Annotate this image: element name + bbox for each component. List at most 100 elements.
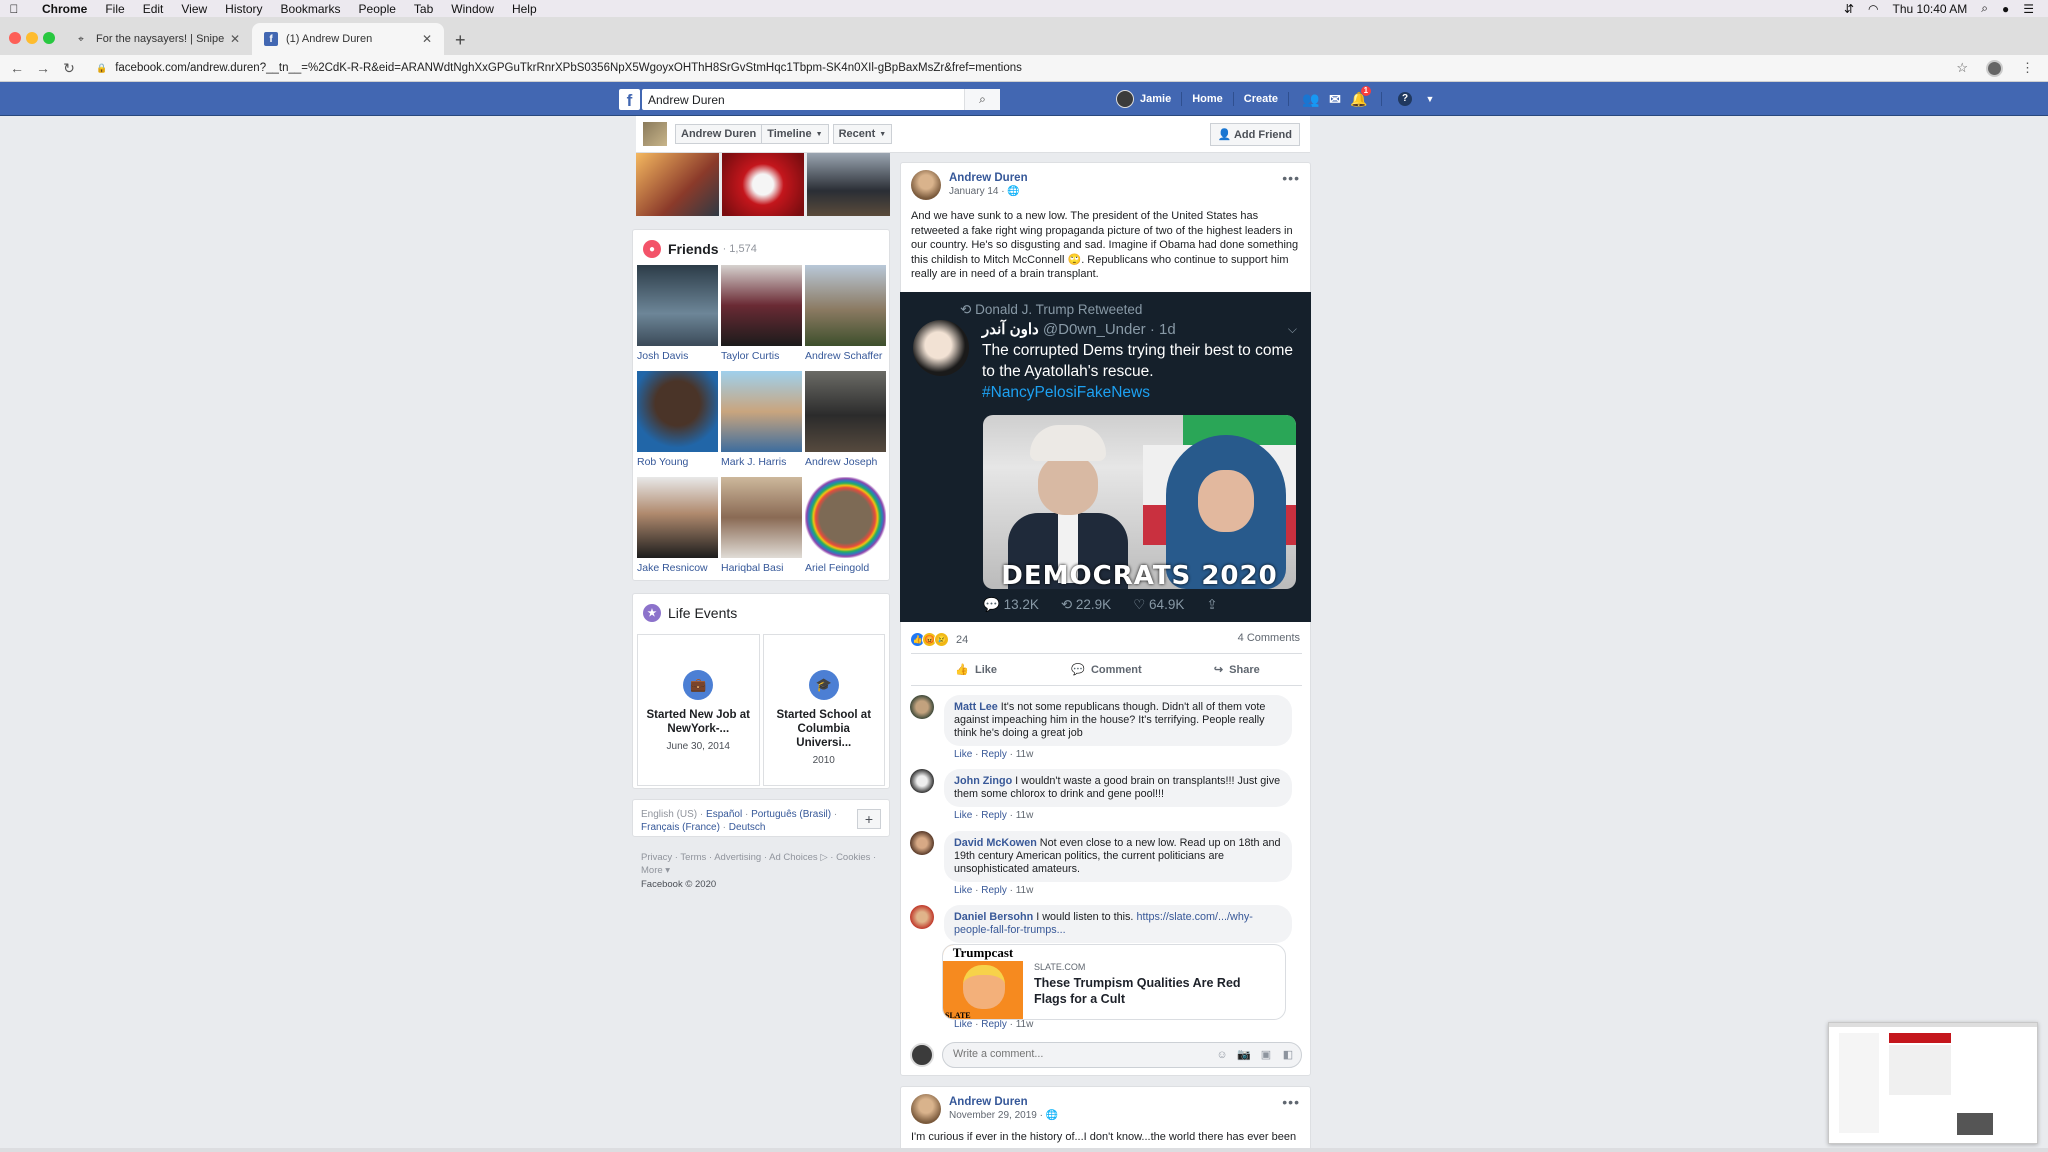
comment-reply-link[interactable]: Reply <box>981 749 1007 760</box>
comment-like-link[interactable]: Like <box>954 749 972 760</box>
comment-author[interactable]: Matt Lee <box>954 701 998 713</box>
chrome-menu-icon[interactable]: ⋮ <box>2021 60 2034 76</box>
close-tab-icon[interactable]: ✕ <box>422 32 432 46</box>
friend-tile[interactable]: Josh Davis <box>637 265 718 371</box>
footer-links[interactable]: Privacy · Terms · Advertising · Ad Choic… <box>641 851 886 877</box>
search-icon[interactable]: ⌕ <box>964 89 1000 110</box>
more-options-icon[interactable]: ••• <box>1282 1094 1300 1124</box>
sticker-icon[interactable]: ◧ <box>1281 1048 1295 1062</box>
friend-tile[interactable]: Jake Resnicow <box>637 477 718 583</box>
comment-like-link[interactable]: Like <box>954 885 972 896</box>
friend-tile[interactable]: Rob Young <box>637 371 718 477</box>
avatar[interactable] <box>911 1094 941 1124</box>
camera-icon[interactable]: 📷 <box>1237 1048 1251 1062</box>
friend-photo[interactable] <box>805 265 886 346</box>
friend-requests-icon[interactable]: 👥 <box>1299 91 1323 108</box>
friend-tile[interactable]: Andrew Joseph <box>805 371 886 477</box>
menu-tab[interactable]: Tab <box>405 2 442 16</box>
language-link[interactable]: Français (France) <box>641 822 720 833</box>
friend-photo[interactable] <box>721 371 802 452</box>
language-link[interactable]: Español <box>706 809 742 820</box>
post-date[interactable]: January 14 · 🌐 <box>949 186 1028 197</box>
avatar[interactable] <box>1116 90 1134 108</box>
embedded-tweet-image[interactable]: ⟲ Donald J. Trump Retweeted داون آندر @D… <box>900 292 1311 622</box>
post-author[interactable]: Andrew Duren <box>949 1096 1058 1108</box>
comment-like-link[interactable]: Like <box>954 1019 972 1030</box>
post-date[interactable]: November 29, 2019 · 🌐 <box>949 1110 1058 1121</box>
comment-button[interactable]: 💬 Comment <box>1041 654 1171 685</box>
comment-reply-link[interactable]: Reply <box>981 810 1007 821</box>
friend-name[interactable]: Jake Resnicow <box>637 562 718 574</box>
help-icon[interactable]: ? <box>1398 92 1413 106</box>
avatar[interactable] <box>911 170 941 200</box>
avatar[interactable] <box>910 769 934 793</box>
back-icon[interactable]: ← <box>4 60 30 76</box>
share-button[interactable]: ↪ Share <box>1172 654 1302 685</box>
link-preview-card[interactable]: Trumpcast SLATE SLATE.COM These Trumpism… <box>942 944 1286 1020</box>
friend-photo[interactable] <box>805 371 886 452</box>
comment-age[interactable]: 11w <box>1016 885 1034 896</box>
messenger-icon[interactable]: ✉ <box>1323 91 1347 108</box>
avatar[interactable] <box>910 831 934 855</box>
timeline-dropdown[interactable]: Timeline ▼ <box>762 124 829 144</box>
address-bar[interactable]: facebook.com/andrew.duren?__tn__=%2CdK-R… <box>115 62 1022 74</box>
more-options-icon[interactable]: ••• <box>1282 170 1300 200</box>
menu-edit[interactable]: Edit <box>134 2 173 16</box>
comment-age[interactable]: 11w <box>1016 810 1034 821</box>
photo-thumbnail[interactable] <box>636 153 719 216</box>
friend-name[interactable]: Hariqbal Basi <box>721 562 802 574</box>
close-window-button[interactable] <box>9 32 21 44</box>
account-menu-icon[interactable]: ▼ <box>1418 94 1442 104</box>
comment-age[interactable]: 11w <box>1016 749 1034 760</box>
control-menu-icon[interactable]: ☰ <box>2023 2 2034 16</box>
friend-name[interactable]: Rob Young <box>637 456 718 468</box>
friend-photo[interactable] <box>637 371 718 452</box>
new-tab-button[interactable]: + <box>455 30 466 51</box>
add-friend-button[interactable]: 👤 Add Friend <box>1209 122 1300 146</box>
gif-icon[interactable]: ▣ <box>1259 1048 1273 1062</box>
window-thumbnail-preview[interactable] <box>1828 1022 2038 1144</box>
avatar[interactable] <box>910 1043 934 1067</box>
avatar[interactable] <box>910 905 934 929</box>
bookmark-star-icon[interactable]: ☆ <box>1956 60 1968 76</box>
profile-avatar[interactable] <box>1986 59 2003 77</box>
spotlight-search-icon[interactable]: ⌕ <box>1981 1 1988 16</box>
menu-history[interactable]: History <box>216 2 271 16</box>
notifications-icon[interactable]: 🔔 1 <box>1347 85 1372 108</box>
friend-photo[interactable] <box>721 477 802 558</box>
write-comment-input[interactable] <box>953 1048 1193 1060</box>
friend-photo[interactable] <box>805 477 886 558</box>
airdrop-icon[interactable]: ⇵ <box>1844 2 1854 16</box>
avatar[interactable] <box>910 695 934 719</box>
comment-reply-link[interactable]: Reply <box>981 1019 1007 1030</box>
comment-author[interactable]: David McKowen <box>954 837 1037 849</box>
life-event-school[interactable]: 🎓 Started School at Columbia Universi...… <box>762 634 885 786</box>
photo-thumbnail[interactable] <box>721 153 805 216</box>
maximize-window-button[interactable] <box>43 32 55 44</box>
comment-like-link[interactable]: Like <box>954 810 972 821</box>
post-author[interactable]: Andrew Duren <box>949 172 1028 184</box>
photo-thumbnail[interactable] <box>807 153 891 216</box>
reactions-summary[interactable]: 👍 😡 😢 24 <box>910 632 968 647</box>
nav-create[interactable]: Create <box>1244 93 1278 105</box>
friend-name[interactable]: Ariel Feingold <box>805 562 886 574</box>
close-tab-icon[interactable]: ✕ <box>230 32 240 46</box>
user-icon[interactable]: ● <box>2002 2 2009 16</box>
comment-author[interactable]: John Zingo <box>954 775 1012 787</box>
language-link[interactable]: Deutsch <box>729 822 766 833</box>
friend-name[interactable]: Mark J. Harris <box>721 456 802 468</box>
profile-thumbnail[interactable] <box>643 122 667 146</box>
wifi-icon[interactable]: ◠ <box>1868 2 1878 16</box>
nav-home[interactable]: Home <box>1192 93 1223 105</box>
friend-name[interactable]: Josh Davis <box>637 350 718 362</box>
menu-bookmarks[interactable]: Bookmarks <box>272 2 350 16</box>
search-input[interactable] <box>642 92 964 107</box>
menu-people[interactable]: People <box>350 2 405 16</box>
friend-photo[interactable] <box>637 477 718 558</box>
menubar-clock[interactable]: Thu 10:40 AM <box>1893 2 1968 16</box>
menu-view[interactable]: View <box>172 2 216 16</box>
friend-name[interactable]: Taylor Curtis <box>721 350 802 362</box>
comment-age[interactable]: 11w <box>1016 1019 1034 1030</box>
comments-count[interactable]: 4 Comments <box>1238 632 1300 644</box>
recent-dropdown[interactable]: Recent ▼ <box>832 124 893 144</box>
